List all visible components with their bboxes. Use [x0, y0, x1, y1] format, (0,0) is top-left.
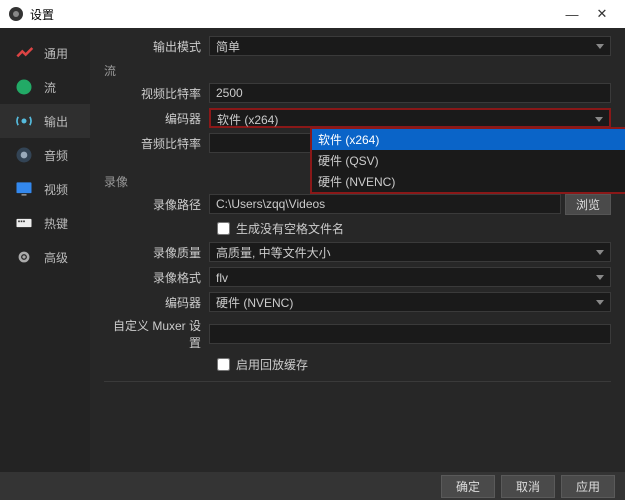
encoder-label: 编码器 [104, 110, 209, 127]
video-bitrate-input[interactable] [209, 83, 611, 103]
sidebar-item-output[interactable]: 输出 [0, 104, 90, 138]
stream-icon [10, 76, 38, 98]
sidebar-item-video[interactable]: 视频 [0, 172, 90, 206]
ok-button[interactable]: 确定 [441, 475, 495, 498]
cancel-button[interactable]: 取消 [501, 475, 555, 498]
rec-format-label: 录像格式 [104, 269, 209, 286]
replay-buffer-label: 启用回放缓存 [236, 356, 308, 373]
titlebar: 设置 — ✕ [0, 0, 625, 28]
audio-bitrate-label: 音频比特率 [104, 135, 209, 152]
main-area: 通用 流 输出 音频 视频 热键 高级 输出模式 简单 流 视频比特率 编码器 … [0, 28, 625, 472]
encoder-option[interactable]: 软件 (x264) [312, 129, 625, 150]
browse-button[interactable]: 浏览 [565, 194, 611, 215]
replay-buffer-checkbox[interactable] [217, 358, 230, 371]
sidebar-item-hotkeys[interactable]: 热键 [0, 206, 90, 240]
rec-path-label: 录像路径 [104, 196, 209, 213]
speaker-icon [10, 144, 38, 166]
minimize-button[interactable]: — [557, 7, 587, 22]
encoder-option[interactable]: 硬件 (NVENC) [312, 171, 625, 192]
encoder-option[interactable]: 硬件 (QSV) [312, 150, 625, 171]
app-icon [8, 6, 24, 22]
encoder-select[interactable]: 软件 (x264) [209, 108, 611, 128]
apply-button[interactable]: 应用 [561, 475, 615, 498]
monitor-icon [10, 178, 38, 200]
sidebar: 通用 流 输出 音频 视频 热键 高级 [0, 28, 90, 472]
gear-icon [10, 246, 38, 268]
wrench-icon [10, 42, 38, 64]
video-bitrate-label: 视频比特率 [104, 85, 209, 102]
muxer-input[interactable] [209, 324, 611, 344]
sidebar-item-stream[interactable]: 流 [0, 70, 90, 104]
window-title: 设置 [30, 6, 557, 23]
muxer-label: 自定义 Muxer 设置 [104, 317, 209, 351]
rec-quality-label: 录像质量 [104, 244, 209, 261]
sidebar-item-general[interactable]: 通用 [0, 36, 90, 70]
encoder-dropdown[interactable]: 软件 (x264) 硬件 (QSV) 硬件 (NVENC) [310, 127, 625, 194]
footer: 确定 取消 应用 [0, 472, 625, 500]
sidebar-item-advanced[interactable]: 高级 [0, 240, 90, 274]
rec-format-select[interactable]: flv [209, 267, 611, 287]
rec-encoder-label: 编码器 [104, 294, 209, 311]
no-space-label: 生成没有空格文件名 [236, 220, 344, 237]
sidebar-item-label: 通用 [44, 45, 68, 62]
close-button[interactable]: ✕ [587, 6, 617, 22]
output-mode-select[interactable]: 简单 [209, 36, 611, 56]
output-mode-label: 输出模式 [104, 38, 209, 55]
sidebar-item-label: 视频 [44, 181, 68, 198]
sidebar-item-label: 音频 [44, 147, 68, 164]
sidebar-item-label: 流 [44, 79, 56, 96]
stream-section-title: 流 [104, 62, 611, 79]
sidebar-item-label: 热键 [44, 215, 68, 232]
rec-path-input[interactable] [209, 194, 561, 214]
divider [104, 381, 611, 382]
sidebar-item-label: 输出 [44, 113, 68, 130]
sidebar-item-audio[interactable]: 音频 [0, 138, 90, 172]
rec-encoder-select[interactable]: 硬件 (NVENC) [209, 292, 611, 312]
keyboard-icon [10, 212, 38, 234]
content-panel: 输出模式 简单 流 视频比特率 编码器 软件 (x264) 音频比特率 软件 (… [90, 28, 625, 472]
broadcast-icon [10, 110, 38, 132]
sidebar-item-label: 高级 [44, 249, 68, 266]
no-space-checkbox[interactable] [217, 222, 230, 235]
rec-quality-select[interactable]: 高质量, 中等文件大小 [209, 242, 611, 262]
